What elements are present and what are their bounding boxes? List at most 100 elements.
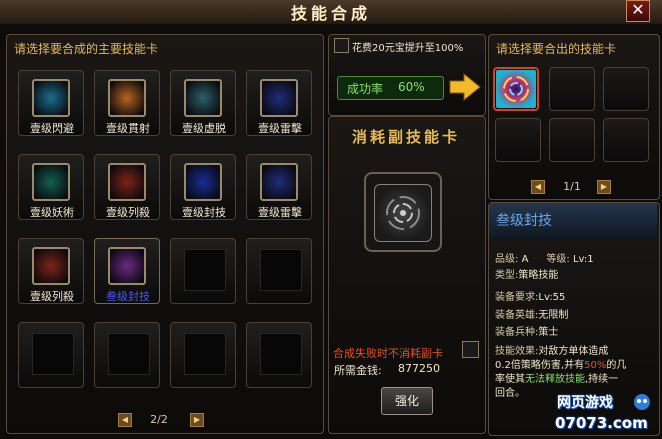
effect-row-1: 技能效果:对敌方单体造成 — [495, 342, 608, 357]
upgrade-label: 花费20元宝提升至100% — [352, 43, 464, 54]
main-skill-slot[interactable]: lightning-icon 壹级雷擊 — [246, 154, 312, 220]
right-page-indicator: 1/1 — [563, 180, 581, 193]
unit-row: 装备兵种:策士 — [495, 323, 558, 338]
empty-skill-slot[interactable] — [246, 238, 312, 304]
empty-skill-slot[interactable] — [170, 238, 236, 304]
seal-skill-rainbow-icon: seal-skill-rainbow-icon — [108, 247, 146, 285]
close-button[interactable]: ✕ — [626, 0, 650, 22]
lightning-icon: lightning-icon — [260, 79, 298, 117]
result-slot[interactable] — [549, 118, 595, 162]
empty-slot-well — [260, 249, 302, 291]
mascot-icon — [634, 394, 650, 410]
type-label: 类型: — [495, 270, 519, 281]
skill-name: 叁级封技 — [496, 213, 552, 229]
seal-skill-rainbow-icon — [496, 70, 536, 108]
main-skill-label: 壹级封技 — [182, 206, 226, 219]
grade-label: 品级: — [495, 254, 519, 265]
result-slot[interactable] — [549, 67, 595, 111]
main-skill-label: 壹级妖術 — [30, 206, 74, 219]
type-row: 类型:策略技能 — [495, 266, 558, 281]
result-slot[interactable] — [603, 118, 649, 162]
left-next-page-button[interactable]: ▶ — [190, 413, 204, 427]
empty-skill-slot[interactable] — [18, 322, 84, 388]
req-label: 装备要求: — [495, 292, 539, 303]
empty-skill-swirl-icon — [386, 196, 420, 230]
main-skill-slot[interactable]: seal-skill-icon 壹级封技 — [170, 154, 236, 220]
unit-label: 装备兵种: — [495, 327, 539, 338]
effect-row-2: 0.2倍策略伤害,并有50%的几 — [495, 356, 626, 371]
main-skill-label: 壹级列殺 — [30, 290, 74, 303]
sorcery-icon: sorcery-icon — [32, 163, 70, 201]
right-next-page-button[interactable]: ▶ — [597, 180, 611, 194]
hero-value: 无限制 — [538, 310, 569, 321]
empty-skill-slot[interactable] — [170, 322, 236, 388]
main-skill-label: 壹级列殺 — [106, 206, 150, 219]
empty-slot-well — [184, 249, 226, 291]
effect-line-3c: ,持续一 — [585, 374, 619, 385]
result-slot[interactable] — [495, 118, 541, 162]
main-skill-slot[interactable]: slaughter-icon 壹级列殺 — [94, 154, 160, 220]
main-skill-slot[interactable]: slaughter-icon 壹级列殺 — [18, 238, 84, 304]
empty-slot-well — [260, 333, 302, 375]
enhance-button[interactable]: 强化 — [381, 387, 433, 415]
effect-line-3b: 无法释放技能 — [525, 374, 585, 385]
main-skill-label: 壹级閃避 — [30, 122, 74, 135]
slaughter-icon: slaughter-icon — [32, 247, 70, 285]
main-skill-slot[interactable]: dodge-icon 壹级閃避 — [18, 70, 84, 136]
success-rate-label: 成功率 — [347, 82, 384, 96]
grade-value: A — [521, 254, 529, 265]
exhaust-icon: exhaust-icon — [184, 79, 222, 117]
success-rate-value: 60% — [398, 80, 425, 94]
result-slot-selected[interactable] — [493, 67, 539, 111]
keep-card-checkbox[interactable] — [462, 341, 479, 358]
empty-slot-well — [184, 333, 226, 375]
result-slot[interactable] — [603, 67, 649, 111]
keep-card-label: 合成失败时不消耗副卡 — [333, 347, 443, 360]
main-skill-slot[interactable]: sorcery-icon 壹级妖術 — [18, 154, 84, 220]
main-skill-panel-title: 请选择要合成的主要技能卡 — [14, 42, 159, 56]
result-panel-title: 请选择要合出的技能卡 — [496, 42, 617, 56]
effect-row-4: 回合。 — [495, 384, 525, 399]
watermark-top: 网页游戏 — [557, 395, 613, 411]
hero-label: 装备英雄: — [495, 310, 539, 321]
left-prev-page-button[interactable]: ◀ — [118, 413, 132, 427]
main-skill-label: 叁级封技 — [106, 290, 150, 303]
seal-skill-icon: seal-skill-icon — [184, 163, 222, 201]
main-skill-slot[interactable]: exhaust-icon 壹级虚脱 — [170, 70, 236, 136]
main-skill-label: 壹级雷擊 — [258, 122, 302, 135]
pierce-shot-icon: pierce-shot-icon — [108, 79, 146, 117]
grade-row: 品级: A 等级: Lv:1 — [495, 250, 594, 265]
result-panel — [488, 34, 660, 200]
empty-skill-slot[interactable] — [246, 322, 312, 388]
main-skill-label: 壹级貫射 — [106, 122, 150, 135]
main-skill-label: 壹级虚脱 — [182, 122, 226, 135]
upgrade-checkbox[interactable] — [334, 38, 349, 53]
dodge-icon: dodge-icon — [32, 79, 70, 117]
level-label: 等级: — [546, 254, 570, 265]
slaughter-icon: slaughter-icon — [108, 163, 146, 201]
main-skill-slot[interactable]: lightning-icon 壹级雷擊 — [246, 70, 312, 136]
main-skill-slot[interactable]: seal-skill-rainbow-icon 叁级封技 — [94, 238, 160, 304]
empty-skill-slot[interactable] — [94, 322, 160, 388]
empty-slot-well — [32, 333, 74, 375]
consume-card-icon — [374, 184, 432, 242]
empty-slot-well — [108, 333, 150, 375]
type-value: 策略技能 — [518, 270, 559, 281]
cost-label: 所需金钱: — [334, 364, 382, 377]
hero-row: 装备英雄:无限制 — [495, 306, 568, 321]
cost-value: 877250 — [398, 362, 440, 375]
effect-line-4: 回合。 — [495, 388, 525, 399]
level-value: Lv:1 — [572, 254, 594, 265]
unit-value: 策士 — [538, 327, 559, 338]
lightning-icon: lightning-icon — [260, 163, 298, 201]
req-value: Lv:55 — [538, 292, 566, 303]
main-skill-slot[interactable]: pierce-shot-icon 壹级貫射 — [94, 70, 160, 136]
window-title: 技能合成 — [290, 4, 371, 23]
req-row: 装备要求:Lv:55 — [495, 288, 565, 303]
watermark-bottom: 07073.com — [555, 414, 648, 432]
right-prev-page-button[interactable]: ◀ — [531, 180, 545, 194]
effect-row-3: 率使其无法释放技能,持续一 — [495, 370, 618, 385]
arrow-right-icon — [449, 72, 481, 102]
watermark: 网页游戏 07073.com — [555, 392, 659, 436]
left-page-indicator: 2/2 — [150, 413, 168, 426]
